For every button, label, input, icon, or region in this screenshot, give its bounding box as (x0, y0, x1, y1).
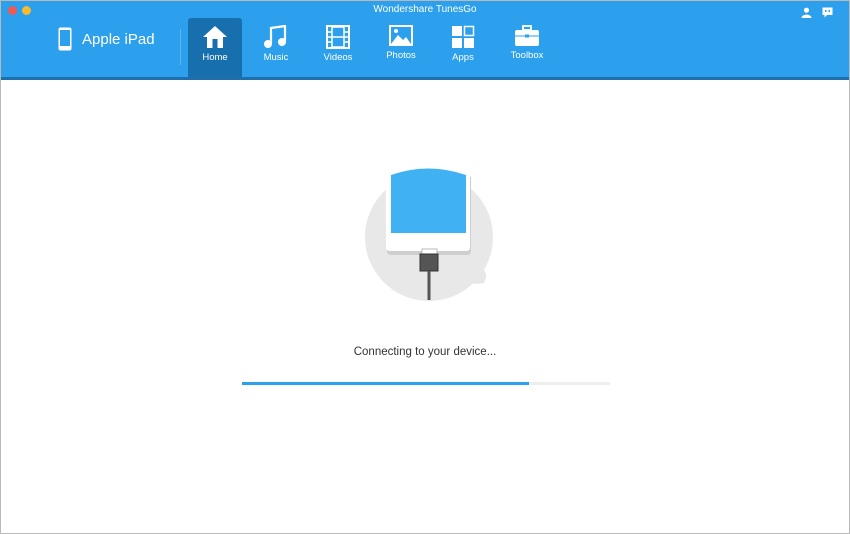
window-title: Wondershare TunesGo (373, 4, 477, 15)
tab-label: Photos (386, 50, 416, 61)
tab-home[interactable]: Home (188, 18, 242, 77)
tab-label: Videos (323, 52, 353, 63)
tab-photos[interactable]: Photos (374, 18, 428, 77)
divider (180, 29, 181, 65)
home-icon (203, 26, 227, 48)
device-selector[interactable]: Apple iPad (58, 27, 155, 51)
ipad-icon (58, 27, 72, 51)
tab-label: Toolbox (510, 50, 544, 61)
top-bar: Wondershare TunesGo Apple iPad Home Musi… (1, 1, 849, 80)
connection-progress-bar (242, 382, 610, 385)
tab-label: Home (202, 52, 228, 63)
film-icon (326, 25, 350, 49)
tab-label: Music (263, 52, 289, 63)
feedback-icon[interactable] (822, 7, 833, 18)
music-icon (264, 25, 287, 48)
user-account-icon[interactable] (801, 7, 812, 18)
photo-icon (389, 25, 413, 46)
tab-apps[interactable]: Apps (436, 18, 490, 77)
apps-icon (452, 25, 475, 48)
tab-label: Apps (452, 52, 474, 63)
status-message: Connecting to your device... (353, 346, 497, 358)
tab-videos[interactable]: Videos (311, 18, 365, 77)
tab-music[interactable]: Music (249, 18, 303, 77)
toolbox-icon (515, 25, 539, 46)
device-name: Apple iPad (82, 30, 155, 48)
app-window: Wondershare TunesGo Apple iPad Home Musi… (0, 0, 850, 534)
connecting-device-illustration (365, 167, 493, 301)
tab-toolbox[interactable]: Toolbox (500, 18, 554, 77)
progress-fill (242, 382, 530, 385)
